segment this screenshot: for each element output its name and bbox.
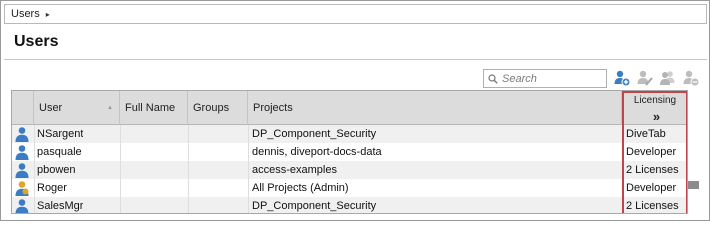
header-user[interactable]: User ▲: [34, 91, 120, 125]
table-row[interactable]: NSargent DP_Component_Security DiveTab: [12, 125, 687, 143]
header-projects[interactable]: Projects: [248, 91, 622, 125]
header-user-label: User: [39, 102, 63, 114]
expand-licensing-icon[interactable]: »: [653, 109, 660, 124]
cell-user: SalesMgr: [37, 200, 84, 212]
title-divider: [4, 59, 707, 60]
table-row[interactable]: SalesMgr DP_Component_Security 2 License…: [12, 197, 687, 213]
header-groups[interactable]: Groups: [188, 91, 248, 125]
scrollbar-thumb[interactable]: [688, 181, 699, 189]
table-row[interactable]: pbowen access-examples 2 Licenses: [12, 161, 687, 179]
cell-licensing: Developer: [626, 146, 677, 158]
cell-user: Roger: [37, 182, 67, 194]
cell-user: NSargent: [37, 128, 84, 140]
header-licensing-label: Licensing: [633, 95, 677, 106]
table-header: User ▲ Full Name Groups Projects: [12, 91, 687, 125]
cell-licensing: Developer: [626, 182, 677, 194]
search-icon: [488, 73, 498, 84]
search-input[interactable]: [502, 72, 602, 85]
table-row[interactable]: pasquale dennis, diveport-docs-data Deve…: [12, 143, 687, 161]
cell-projects: dennis, diveport-docs-data: [252, 146, 382, 158]
cell-projects: access-examples: [252, 164, 337, 176]
user-icon: [15, 145, 29, 160]
users-table: User ▲ Full Name Groups Projects Licensi…: [11, 90, 688, 214]
cell-user: pbowen: [37, 164, 76, 176]
table-row[interactable]: Roger All Projects (Admin) Developer: [12, 179, 687, 197]
header-full-name[interactable]: Full Name: [120, 91, 188, 125]
cell-projects: All Projects (Admin): [252, 182, 349, 194]
remove-user-icon[interactable]: [682, 69, 700, 87]
header-icon-column: [12, 91, 34, 125]
header-licensing[interactable]: Licensing »: [624, 91, 686, 125]
cell-projects: DP_Component_Security: [252, 200, 377, 212]
user-icon: [15, 163, 29, 178]
breadcrumb-item-users[interactable]: Users: [11, 8, 40, 20]
admin-user-icon: [15, 181, 29, 196]
cell-licensing: DiveTab: [626, 128, 666, 140]
user-icon: [15, 199, 29, 213]
vertical-scrollbar[interactable]: [687, 123, 700, 214]
user-icon: [15, 127, 29, 142]
cell-licensing: 2 Licenses: [626, 164, 679, 176]
cell-projects: DP_Component_Security: [252, 128, 377, 140]
search-field[interactable]: [483, 69, 607, 88]
cell-licensing: 2 Licenses: [626, 200, 679, 212]
page-title: Users: [14, 33, 59, 50]
users-panel: Users ▸ Users Search User ▲ Full Name Gr…: [0, 0, 710, 221]
sort-indicator-icon: ▲: [107, 105, 113, 111]
user-group-icon[interactable]: [659, 69, 677, 87]
breadcrumb: Users ▸: [4, 4, 707, 24]
edit-user-icon[interactable]: [636, 69, 654, 87]
add-user-icon[interactable]: [613, 69, 631, 87]
breadcrumb-arrow-icon: ▸: [45, 9, 50, 19]
cell-user: pasquale: [37, 146, 82, 158]
